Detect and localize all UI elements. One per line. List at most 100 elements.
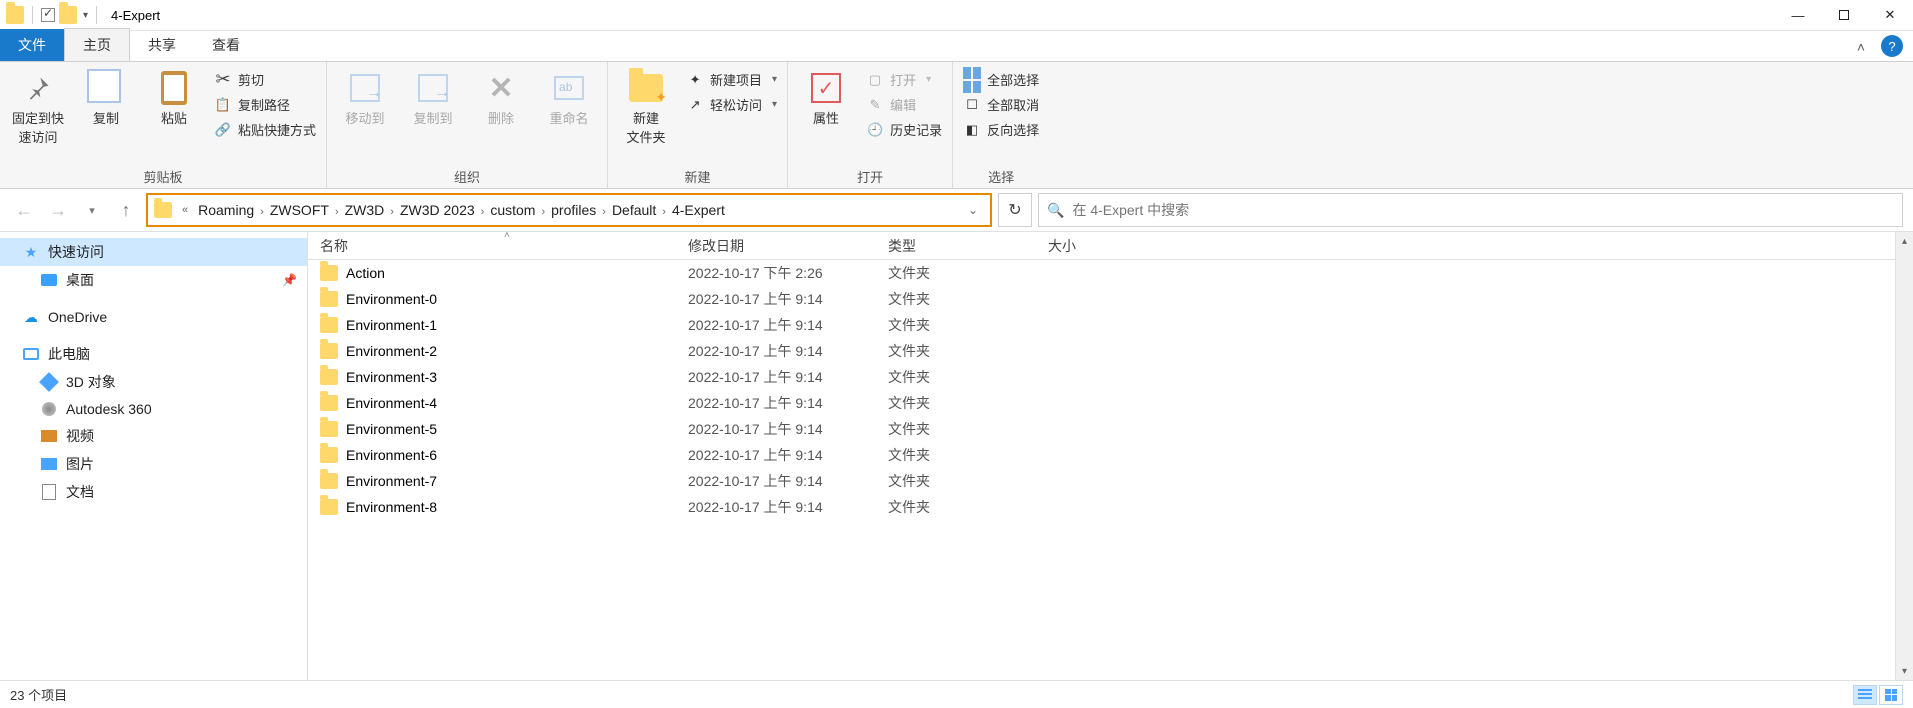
tab-share[interactable]: 共享 [130,29,194,61]
up-button[interactable]: ↑ [112,196,140,224]
table-row[interactable]: Environment-52022-10-17 上午 9:14文件夹 [308,416,1913,442]
navigation-pane[interactable]: ★快速访问 桌面📌 ☁OneDrive 此电脑 3D 对象 Autodesk 3… [0,232,308,680]
sidebar-item-desktop[interactable]: 桌面📌 [0,266,307,294]
open-icon: ▢ [866,71,884,89]
rename-button[interactable]: 重命名 [541,66,597,127]
properties-qat-icon[interactable] [41,8,55,22]
history-button[interactable]: 🕘历史记录 [866,120,942,139]
open-button[interactable]: ▢打开▾ [866,70,942,89]
properties-button[interactable]: ✓属性 [798,66,854,127]
copy-button[interactable]: 复制 [78,66,134,127]
move-to-button[interactable]: 移动到 [337,66,393,127]
file-name: Environment-5 [346,421,437,437]
breadcrumb-segment[interactable]: Default [608,202,660,218]
sidebar-item-onedrive[interactable]: ☁OneDrive [0,304,307,330]
table-row[interactable]: Environment-32022-10-17 上午 9:14文件夹 [308,364,1913,390]
breadcrumb-segment[interactable]: ZWSOFT [266,202,333,218]
sidebar-item-autodesk[interactable]: Autodesk 360 [0,396,307,422]
tab-view[interactable]: 查看 [194,29,258,61]
minimize-button[interactable]: — [1775,0,1821,31]
folder-icon[interactable] [59,6,77,24]
table-row[interactable]: Action2022-10-17 下午 2:26文件夹 [308,260,1913,286]
chevron-right-icon[interactable]: › [333,206,341,218]
file-rows[interactable]: Action2022-10-17 下午 2:26文件夹Environment-0… [308,260,1913,680]
file-date: 2022-10-17 上午 9:14 [676,289,876,309]
file-name: Environment-7 [346,473,437,489]
group-open: ✓属性 ▢打开▾ ✎编辑 🕘历史记录 打开 [788,62,953,188]
address-bar[interactable]: « Roaming›ZWSOFT›ZW3D›ZW3D 2023›custom›p… [146,193,992,227]
table-row[interactable]: Environment-72022-10-17 上午 9:14文件夹 [308,468,1913,494]
file-date: 2022-10-17 下午 2:26 [676,263,876,283]
help-button[interactable]: ? [1881,35,1903,57]
details-view-button[interactable] [1853,685,1877,705]
tab-file[interactable]: 文件 [0,29,64,61]
address-dropdown-button[interactable]: ⌄ [962,203,984,217]
edit-button[interactable]: ✎编辑 [866,95,942,114]
copy-to-button[interactable]: 复制到 [405,66,461,127]
sidebar-item-videos[interactable]: 视频 [0,422,307,450]
refresh-button[interactable]: ↻ [998,193,1032,227]
recent-locations-button[interactable]: ▾ [78,196,106,224]
chevron-down-icon[interactable]: ▾ [81,10,90,21]
copy-path-button[interactable]: 📋复制路径 [214,95,316,114]
scroll-down-button[interactable]: ▾ [1896,662,1913,680]
scrollbar[interactable]: ▴ ▾ [1895,232,1913,680]
sidebar-item-quick-access[interactable]: ★快速访问 [0,238,307,266]
file-date: 2022-10-17 上午 9:14 [676,497,876,517]
sidebar-label: 桌面 [66,270,94,290]
chevron-right-icon[interactable]: › [660,206,668,218]
pin-to-quick-access-button[interactable]: 固定到快 速访问 [10,66,66,146]
search-input[interactable] [1072,202,1894,218]
collapse-ribbon-button[interactable]: ˄ [1845,33,1877,61]
sidebar-label: Autodesk 360 [66,401,152,417]
table-row[interactable]: Environment-12022-10-17 上午 9:14文件夹 [308,312,1913,338]
paste-shortcut-button[interactable]: 🔗粘贴快捷方式 [214,120,316,139]
table-row[interactable]: Environment-62022-10-17 上午 9:14文件夹 [308,442,1913,468]
breadcrumb-segment[interactable]: ZW3D [341,202,389,218]
maximize-button[interactable] [1821,0,1867,31]
chevron-right-icon[interactable]: › [600,206,608,218]
image-icon [40,455,58,473]
chevron-right-icon[interactable]: › [539,206,547,218]
breadcrumb-segment[interactable]: Roaming [194,202,258,218]
column-headers[interactable]: 名称 ˄ 修改日期 类型 大小 [308,232,1913,260]
back-button[interactable]: ← [10,196,38,224]
select-none-button[interactable]: ☐全部取消 [963,95,1039,114]
paste-label: 粘贴 [161,108,187,127]
easy-access-button[interactable]: ↗轻松访问▾ [686,95,777,114]
table-row[interactable]: Environment-22022-10-17 上午 9:14文件夹 [308,338,1913,364]
delete-button[interactable]: ✕删除 [473,66,529,127]
select-all-button[interactable]: 全部选择 [963,70,1039,89]
paste-button[interactable]: 粘贴 [146,66,202,127]
sidebar-item-pictures[interactable]: 图片 [0,450,307,478]
new-folder-button[interactable]: 新建 文件夹 [618,66,674,146]
breadcrumb-segment[interactable]: 4-Expert [668,202,729,218]
table-row[interactable]: Environment-82022-10-17 上午 9:14文件夹 [308,494,1913,520]
invert-selection-button[interactable]: ◧反向选择 [963,120,1039,139]
search-box[interactable]: 🔍 [1038,193,1903,227]
icons-view-button[interactable] [1879,685,1903,705]
delete-icon: ✕ [488,71,513,106]
scroll-up-button[interactable]: ▴ [1896,232,1913,250]
chevron-right-icon[interactable]: › [258,206,266,218]
cut-button[interactable]: ✂剪切 [214,70,316,89]
breadcrumb-segment[interactable]: custom [486,202,539,218]
breadcrumb-segment[interactable]: ZW3D 2023 [396,202,479,218]
column-size[interactable]: 大小 [1036,236,1176,256]
chevron-right-icon[interactable]: › [388,206,396,218]
sidebar-item-this-pc[interactable]: 此电脑 [0,340,307,368]
close-button[interactable]: ✕ [1867,0,1913,31]
column-type[interactable]: 类型 [876,236,1036,256]
table-row[interactable]: Environment-02022-10-17 上午 9:14文件夹 [308,286,1913,312]
breadcrumb-segment[interactable]: profiles [547,202,600,218]
table-row[interactable]: Environment-42022-10-17 上午 9:14文件夹 [308,390,1913,416]
new-item-button[interactable]: ✦新建项目▾ [686,70,777,89]
sidebar-item-documents[interactable]: 文档 [0,478,307,506]
sidebar-label: 图片 [66,454,94,474]
tab-home[interactable]: 主页 [64,28,130,61]
forward-button[interactable]: → [44,196,72,224]
chevron-left-icon[interactable]: « [180,204,190,216]
sidebar-item-3d[interactable]: 3D 对象 [0,368,307,396]
column-date[interactable]: 修改日期 [676,236,876,256]
folder-icon [320,395,338,411]
